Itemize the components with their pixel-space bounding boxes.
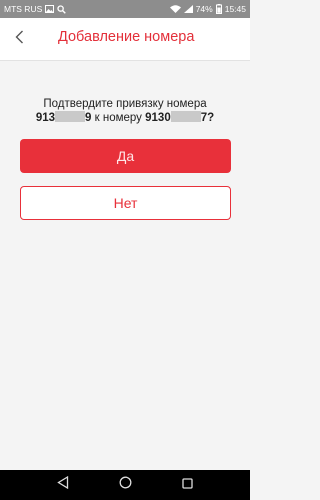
- recents-square-icon: [181, 476, 193, 494]
- status-bar-left: MTS RUS: [4, 4, 67, 14]
- phone-number-1-prefix: 913: [35, 112, 56, 124]
- phone-number-2-prefix: 9130: [145, 112, 171, 124]
- phone-number-2-suffix: 7?: [200, 112, 215, 124]
- nav-back-button[interactable]: [54, 475, 72, 494]
- app-header: Добавление номера: [0, 18, 250, 61]
- home-circle-icon: [119, 476, 132, 494]
- gallery-icon: [45, 5, 55, 13]
- system-nav-bar: [0, 470, 250, 500]
- nav-recents-button[interactable]: [178, 476, 196, 494]
- no-button-label: Нет: [113, 195, 138, 211]
- prompt-connector: к номеру: [94, 112, 142, 124]
- clock: 15:45: [224, 4, 246, 14]
- prompt-question: Подтвердите привязку номера: [43, 98, 207, 110]
- cellular-signal-icon: [183, 5, 193, 13]
- yes-button-label: Да: [116, 148, 135, 164]
- page-title: Добавление номера: [58, 29, 195, 45]
- yes-button[interactable]: Да: [20, 139, 231, 173]
- no-button[interactable]: Нет: [20, 186, 231, 220]
- prompt-numbers: 913 9 к номеру 9130 7?: [0, 111, 250, 125]
- confirm-prompt: Подтвердите привязку номера 913 9 к номер…: [0, 97, 250, 125]
- battery-icon: [215, 4, 222, 14]
- back-triangle-icon: [57, 475, 69, 494]
- nav-home-button[interactable]: [116, 476, 134, 494]
- masked-digits-2: [170, 111, 201, 122]
- chevron-left-icon: [15, 30, 24, 49]
- phone-number-1-suffix: 9: [85, 112, 92, 124]
- status-bar: MTS RUS 74% 15:45: [0, 0, 250, 18]
- battery-percent: 74%: [195, 4, 213, 14]
- search-icon: [57, 4, 67, 14]
- status-bar-right: 74% 15:45: [169, 4, 246, 14]
- carrier-label: MTS RUS: [4, 4, 43, 14]
- wifi-icon: [169, 5, 181, 13]
- back-button[interactable]: [8, 27, 30, 51]
- masked-digits-1: [55, 111, 86, 122]
